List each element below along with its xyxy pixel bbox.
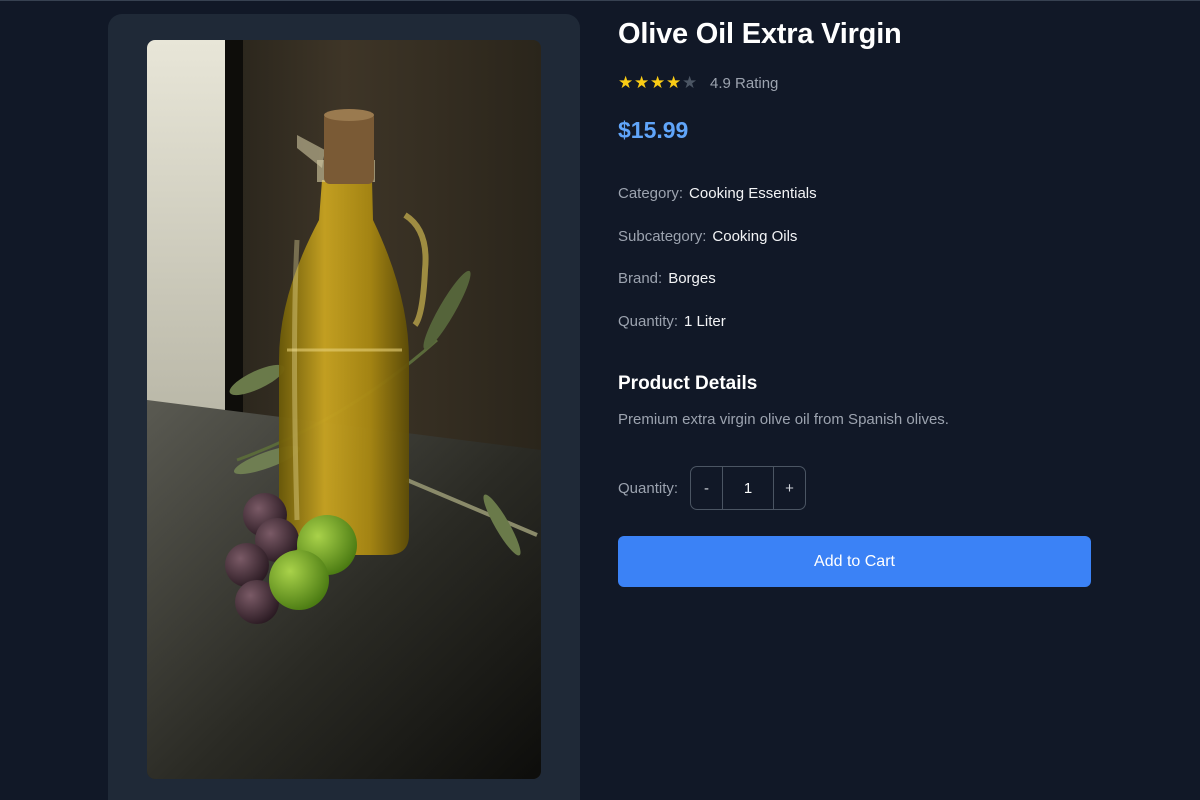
quantity-row: Quantity: - + [618,466,807,510]
star-empty-icon: ★ [682,73,698,92]
star-rating: ★ ★ ★ ★ ★ [618,73,697,93]
attribute-label: Category: [618,185,684,202]
attribute-subcategory: Subcategory: Cooking Oils [618,228,797,245]
attribute-value: Borges [668,270,716,287]
star-icon: ★ [618,73,634,92]
attribute-value: Cooking Oils [712,228,798,245]
star-icon: ★ [634,73,650,92]
attribute-value: Cooking Essentials [689,185,817,202]
attribute-brand: Brand: Borges [618,270,716,287]
add-to-cart-button[interactable]: Add to Cart [618,536,1091,587]
attribute-quantity: Quantity: 1 Liter [618,313,726,330]
star-icon: ★ [650,73,666,92]
decrement-button[interactable]: - [691,467,722,509]
rating-row: ★ ★ ★ ★ ★ 4.9 Rating [618,73,778,93]
rating-text: 4.9 Rating [710,74,779,92]
product-price: $15.99 [618,117,689,143]
product-page: Olive Oil Extra Virgin ★ ★ ★ ★ ★ 4.9 Rat… [0,0,1200,800]
quantity-label: Quantity: [618,479,679,497]
product-description: Premium extra virgin olive oil from Span… [618,411,949,428]
attribute-category: Category: Cooking Essentials [618,185,817,202]
product-photo [147,40,541,779]
product-image-card [108,14,580,800]
product-title: Olive Oil Extra Virgin [618,18,902,50]
attribute-label: Subcategory: [618,228,707,245]
attribute-label: Quantity: [618,313,679,330]
increment-button[interactable]: + [774,467,805,509]
quantity-input[interactable] [722,467,775,509]
attribute-label: Brand: [618,270,663,287]
product-details-heading: Product Details [618,373,758,394]
star-icon: ★ [666,73,682,92]
attribute-value: 1 Liter [684,313,726,330]
quantity-stepper: - + [690,466,807,510]
